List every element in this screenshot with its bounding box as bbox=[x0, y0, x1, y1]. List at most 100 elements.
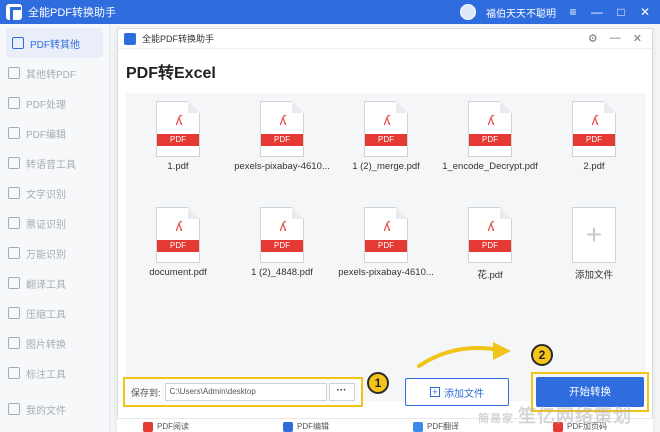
file-name: document.pdf bbox=[149, 267, 207, 278]
dialog-close-icon[interactable]: ✕ bbox=[633, 32, 642, 45]
minimize-icon[interactable]: — bbox=[590, 5, 604, 19]
sidebar-item-label: 压缩工具 bbox=[26, 309, 66, 321]
save-label: 保存到: bbox=[131, 387, 161, 398]
sidebar-item-translate[interactable]: 翻译工具 bbox=[0, 268, 109, 298]
file-tile[interactable]: ʎ PDF 2.pdf bbox=[542, 101, 646, 172]
sidebar-item-annotate[interactable]: 标注工具 bbox=[0, 358, 109, 388]
sidebar-item-image-convert[interactable]: 图片转换 bbox=[0, 328, 109, 358]
add-file-button-label: 添加文件 bbox=[444, 388, 484, 400]
sidebar-item-label: 我的文件 bbox=[26, 405, 66, 417]
strip-item-label: PDF阅读 bbox=[157, 422, 189, 431]
sidebar-item-compress[interactable]: 压缩工具 bbox=[0, 298, 109, 328]
sidebar-item-label: 文字识别 bbox=[26, 189, 66, 201]
strip-item[interactable]: PDF阅读 bbox=[143, 421, 189, 432]
sidebar-item-label: 票证识别 bbox=[26, 219, 66, 231]
voice-icon bbox=[8, 157, 20, 169]
file-name: 2.pdf bbox=[583, 161, 605, 172]
pdf-edit-icon bbox=[8, 127, 20, 139]
pdf-file-icon: ʎ PDF bbox=[364, 101, 408, 157]
file-tile[interactable]: ʎ PDF pexels-pixabay-4610... bbox=[334, 207, 438, 278]
step-badge-1: 1 bbox=[367, 372, 389, 394]
sidebar-item-pdf-process[interactable]: PDF处理 bbox=[0, 88, 109, 118]
pdf-file-icon: ʎ PDF bbox=[468, 207, 512, 263]
pdf-file-icon: ʎ PDF bbox=[260, 207, 304, 263]
pdf-edit-tool-icon bbox=[283, 421, 293, 432]
maximize-icon[interactable]: □ bbox=[614, 5, 628, 19]
settings-icon[interactable]: ⚙ bbox=[588, 32, 598, 45]
to-pdf-icon bbox=[8, 67, 20, 79]
pdf-file-icon: ʎ PDF bbox=[156, 207, 200, 263]
pdf-file-icon: ʎ PDF bbox=[364, 207, 408, 263]
save-path-bar: 保存到: C:\Users\Admin\desktop ··· bbox=[123, 377, 363, 407]
dialog-logo-icon bbox=[124, 32, 136, 45]
file-name: pexels-pixabay-4610... bbox=[234, 161, 330, 172]
file-grid: ʎ PDF 1.pdf ʎ PDF pexels-pixabay-4610... ʎ… bbox=[126, 93, 646, 401]
dialog-minimize-icon[interactable]: — bbox=[610, 32, 621, 45]
file-tile[interactable]: ʎ PDF 1.pdf bbox=[126, 101, 230, 172]
pdf-process-icon bbox=[8, 97, 20, 109]
pdf-read-icon bbox=[143, 421, 153, 432]
universal-icon bbox=[8, 247, 20, 259]
pdf-convert-icon bbox=[12, 37, 24, 49]
strip-item[interactable]: PDF翻译 bbox=[413, 421, 459, 432]
save-path-input[interactable]: C:\Users\Admin\desktop bbox=[164, 383, 327, 401]
sidebar-item-voice[interactable]: 转语音工具 bbox=[0, 148, 109, 178]
pdf-translate-icon bbox=[413, 421, 423, 432]
file-tile[interactable]: ʎ PDF 花.pdf bbox=[438, 207, 542, 281]
close-icon[interactable]: ✕ bbox=[638, 5, 652, 19]
sidebar-item-label: 其他转PDF bbox=[26, 69, 76, 81]
plus-icon: + bbox=[572, 207, 616, 263]
add-file-tile[interactable]: + 添加文件 bbox=[542, 207, 646, 281]
title-bar: 全能PDF转换助手 福伯天天不聪明 ≡ — □ ✕ bbox=[0, 0, 660, 24]
page-title: PDF转Excel bbox=[126, 65, 216, 82]
sidebar-item-pdf-edit[interactable]: PDF编辑 bbox=[0, 118, 109, 148]
sidebar-item-ticket[interactable]: 票证识别 bbox=[0, 208, 109, 238]
strip-item-label: PDF编辑 bbox=[297, 422, 329, 431]
sidebar-item-label: 翻译工具 bbox=[26, 279, 66, 291]
file-name: pexels-pixabay-4610... bbox=[338, 267, 434, 278]
image-convert-icon bbox=[8, 337, 20, 349]
sidebar-item-label: PDF处理 bbox=[26, 99, 66, 111]
arrow-icon bbox=[417, 342, 511, 368]
dialog-title: 全能PDF转换助手 bbox=[142, 34, 215, 44]
pdf-file-icon: ʎ PDF bbox=[260, 101, 304, 157]
sidebar-item-universal[interactable]: 万能识别 bbox=[0, 238, 109, 268]
sidebar-item-label: 标注工具 bbox=[26, 369, 66, 381]
file-tile[interactable]: ʎ PDF pexels-pixabay-4610... bbox=[230, 101, 334, 172]
file-tile[interactable]: ʎ PDF 1 (2)_4848.pdf bbox=[230, 207, 334, 278]
strip-item-label: PDF翻译 bbox=[427, 422, 459, 431]
file-tile[interactable]: ʎ PDF 1_encode_Decrypt.pdf bbox=[438, 101, 542, 172]
app-logo-icon bbox=[6, 4, 22, 20]
ocr-icon bbox=[8, 187, 20, 199]
my-files-icon bbox=[8, 403, 20, 415]
step-badge-2: 2 bbox=[531, 344, 553, 366]
annotate-icon bbox=[8, 367, 20, 379]
file-name: 1.pdf bbox=[167, 161, 189, 172]
sidebar-item-my-files[interactable]: 我的文件 bbox=[0, 394, 110, 424]
menu-icon[interactable]: ≡ bbox=[566, 5, 580, 19]
sidebar-item-other-to-pdf[interactable]: 其他转PDF bbox=[0, 58, 109, 88]
pdf-file-icon: ʎ PDF bbox=[572, 101, 616, 157]
ticket-icon bbox=[8, 217, 20, 229]
watermark: 简易家 笙亿网络策划 bbox=[478, 406, 632, 426]
add-file-tile-label: 添加文件 bbox=[574, 270, 613, 281]
sidebar-item-pdf-to-other[interactable]: PDF转其他 bbox=[6, 28, 103, 58]
file-name: 花.pdf bbox=[477, 270, 503, 281]
file-tile[interactable]: ʎ PDF document.pdf bbox=[126, 207, 230, 278]
file-name: 1 (2)_4848.pdf bbox=[251, 267, 313, 278]
dialog-title-bar: 全能PDF转换助手 ⚙ — ✕ bbox=[118, 29, 652, 49]
avatar[interactable] bbox=[460, 4, 476, 20]
user-name[interactable]: 福伯天天不聪明 bbox=[486, 5, 556, 20]
strip-item[interactable]: PDF编辑 bbox=[283, 421, 329, 432]
pdf-file-icon: ʎ PDF bbox=[468, 101, 512, 157]
sidebar-item-label: 万能识别 bbox=[26, 249, 66, 261]
browse-button[interactable]: ··· bbox=[328, 383, 355, 401]
pdf-file-icon: ʎ PDF bbox=[156, 101, 200, 157]
sidebar-item-label: PDF编辑 bbox=[26, 129, 66, 141]
translate-icon bbox=[8, 277, 20, 289]
sidebar: PDF转其他 其他转PDF PDF处理 PDF编辑 转语音工具 文字识别 票证识… bbox=[0, 24, 110, 432]
file-tile[interactable]: ʎ PDF 1 (2)_merge.pdf bbox=[334, 101, 438, 172]
file-name: 1 (2)_merge.pdf bbox=[352, 161, 420, 172]
sidebar-item-ocr[interactable]: 文字识别 bbox=[0, 178, 109, 208]
compress-icon bbox=[8, 307, 20, 319]
